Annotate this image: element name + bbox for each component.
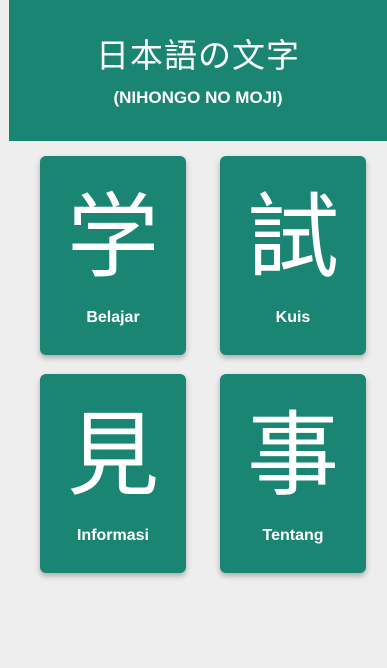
app-title: 日本語の文字 [96,36,300,75]
menu-card-belajar[interactable]: 学 Belajar [40,156,186,355]
menu-card-label: Tentang [262,527,324,544]
menu-card-kanji: 学 [66,184,159,291]
menu-card-kanji: 試 [246,184,339,291]
app-subtitle: (NIHONGO NO MOJI) [113,88,283,107]
menu-card-kuis[interactable]: 試 Kuis [220,156,366,355]
menu-card-kanji: 見 [66,402,159,509]
menu-card-tentang[interactable]: 事 Tentang [220,374,366,573]
menu-card-informasi[interactable]: 見 Informasi [40,374,186,573]
menu-card-label: Informasi [76,527,149,544]
menu-card-kanji: 事 [246,402,339,509]
menu-card-label: Belajar [86,309,140,326]
menu-card-label: Kuis [275,309,311,326]
app-header: 日本語の文字 (NIHONGO NO MOJI) [9,0,387,141]
